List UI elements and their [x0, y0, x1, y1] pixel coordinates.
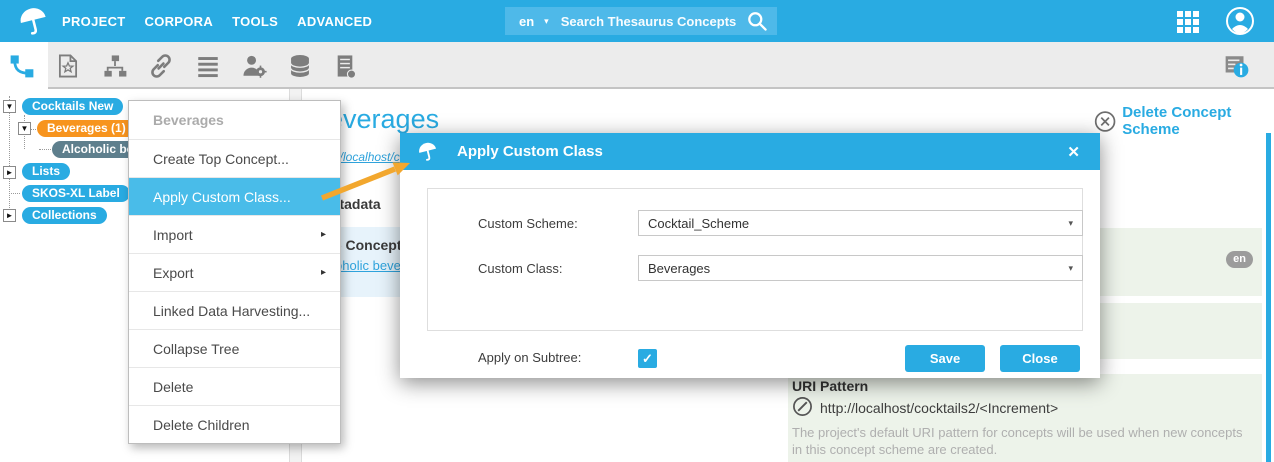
- nav-advanced[interactable]: ADVANCED: [297, 14, 372, 29]
- custom-scheme-value: Cocktail_Scheme: [648, 216, 749, 231]
- account-icon[interactable]: [1225, 6, 1255, 36]
- main-nav: PROJECT CORPORA TOOLS ADVANCED: [62, 0, 372, 42]
- hierarchy-icon[interactable]: [102, 53, 128, 79]
- nav-corpora[interactable]: CORPORA: [145, 14, 214, 29]
- delete-concept-scheme-button[interactable]: Delete Concept Scheme: [1094, 104, 1274, 138]
- nav-project[interactable]: PROJECT: [62, 14, 126, 29]
- uri-pattern-value: http://localhost/cocktails2/<Increment>: [820, 400, 1058, 416]
- link-icon[interactable]: [148, 53, 174, 79]
- right-panel-strip[interactable]: [1266, 133, 1271, 462]
- language-badge: en: [1226, 251, 1253, 268]
- apply-on-subtree-label: Apply on Subtree:: [478, 350, 581, 365]
- project-toolbar: [0, 42, 1274, 89]
- context-menu-header: Beverages: [129, 101, 340, 139]
- edit-icon[interactable]: [792, 396, 813, 417]
- menu-item-label: Export: [153, 265, 193, 281]
- close-icon[interactable]: ✕: [1063, 143, 1084, 161]
- custom-scheme-label: Custom Scheme:: [478, 216, 578, 231]
- tree-item-cocktails-new[interactable]: Cocktails New: [22, 98, 123, 115]
- top-bar: PROJECT CORPORA TOOLS ADVANCED en ▾ Sear…: [0, 0, 1274, 42]
- menu-item-label: Linked Data Harvesting...: [153, 303, 310, 319]
- repository-icon[interactable]: [332, 53, 358, 79]
- dialog-header: Apply Custom Class ✕: [400, 133, 1100, 170]
- scheme-info-icon[interactable]: [1224, 53, 1250, 79]
- custom-class-select[interactable]: Beverages ▾: [638, 255, 1083, 281]
- menu-item-label: Collapse Tree: [153, 341, 239, 357]
- chevron-down-icon: ▾: [1068, 218, 1073, 229]
- document-star-icon[interactable]: [55, 53, 81, 79]
- dialog-title: Apply Custom Class: [457, 143, 1063, 160]
- tree-item-skos-xl-label[interactable]: SKOS-XL Label: [22, 185, 130, 202]
- menu-item-label: Import: [153, 227, 193, 243]
- circle-x-icon: [1094, 109, 1116, 134]
- close-button[interactable]: Close: [1000, 345, 1080, 372]
- delete-concept-scheme-label: Delete Concept Scheme: [1122, 104, 1274, 138]
- nav-tools[interactable]: TOOLS: [232, 14, 278, 29]
- umbrella-logo-icon[interactable]: [16, 4, 50, 38]
- chevron-down-icon[interactable]: ▾: [544, 16, 549, 27]
- apps-grid-icon[interactable]: [1177, 11, 1199, 33]
- custom-class-value: Beverages: [648, 261, 710, 276]
- dialog-form-panel: Custom Scheme: Cocktail_Scheme ▾ Custom …: [427, 188, 1083, 331]
- expand-toggle-closed[interactable]: ►: [3, 209, 16, 222]
- menu-item-create-top-concept[interactable]: Create Top Concept...: [129, 139, 340, 177]
- tree-item-collections[interactable]: Collections: [22, 207, 107, 224]
- tree-connector: [9, 193, 20, 194]
- submenu-arrow-icon: ▸: [321, 229, 326, 240]
- save-button[interactable]: Save: [905, 345, 985, 372]
- chevron-down-icon: ▾: [1068, 263, 1073, 274]
- menu-item-label: Delete Children: [153, 417, 250, 433]
- menu-item-delete[interactable]: Delete: [129, 367, 340, 405]
- apply-on-subtree-checkbox[interactable]: ✓: [638, 349, 657, 368]
- menu-item-apply-custom-class[interactable]: Apply Custom Class...: [129, 177, 340, 215]
- custom-class-label: Custom Class:: [478, 261, 563, 276]
- expand-toggle-open[interactable]: ▼: [3, 100, 16, 113]
- user-settings-icon[interactable]: [241, 53, 267, 79]
- tree-item-lists[interactable]: Lists: [22, 163, 70, 180]
- menu-item-label: Delete: [153, 379, 193, 395]
- menu-item-import[interactable]: Import ▸: [129, 215, 340, 253]
- app-window: PROJECT CORPORA TOOLS ADVANCED en ▾ Sear…: [0, 0, 1274, 462]
- search-input[interactable]: Search Thesaurus Concepts: [561, 14, 745, 29]
- thesaurus-search: en ▾ Search Thesaurus Concepts: [505, 7, 777, 35]
- tree-connector: [39, 149, 51, 150]
- tree-connector: [9, 96, 10, 216]
- custom-scheme-select[interactable]: Cocktail_Scheme ▾: [638, 210, 1083, 236]
- search-language-select[interactable]: en: [519, 14, 534, 29]
- expand-toggle-open[interactable]: ▼: [18, 122, 31, 135]
- tree-item-beverages[interactable]: Beverages (1): [37, 120, 136, 137]
- context-menu: Beverages Create Top Concept... Apply Cu…: [128, 100, 341, 444]
- submenu-arrow-icon: ▸: [321, 267, 326, 278]
- menu-item-collapse-tree[interactable]: Collapse Tree: [129, 329, 340, 367]
- umbrella-logo-icon: [416, 140, 439, 163]
- menu-item-label: Create Top Concept...: [153, 151, 289, 167]
- uri-pattern-description: The project's default URI pattern for co…: [792, 424, 1250, 458]
- menu-item-label: Apply Custom Class...: [153, 189, 291, 205]
- concept-tree-icon[interactable]: [9, 53, 35, 79]
- expand-toggle-closed[interactable]: ►: [3, 166, 16, 179]
- database-icon[interactable]: [287, 53, 313, 79]
- apply-custom-class-dialog: Apply Custom Class ✕ Custom Scheme: Cock…: [400, 133, 1100, 378]
- menu-item-linked-data-harvesting[interactable]: Linked Data Harvesting...: [129, 291, 340, 329]
- menu-item-export[interactable]: Export ▸: [129, 253, 340, 291]
- menu-item-delete-children[interactable]: Delete Children: [129, 405, 340, 443]
- search-icon[interactable]: [745, 9, 769, 33]
- uri-pattern-heading: URI Pattern: [792, 378, 868, 394]
- list-icon[interactable]: [195, 53, 221, 79]
